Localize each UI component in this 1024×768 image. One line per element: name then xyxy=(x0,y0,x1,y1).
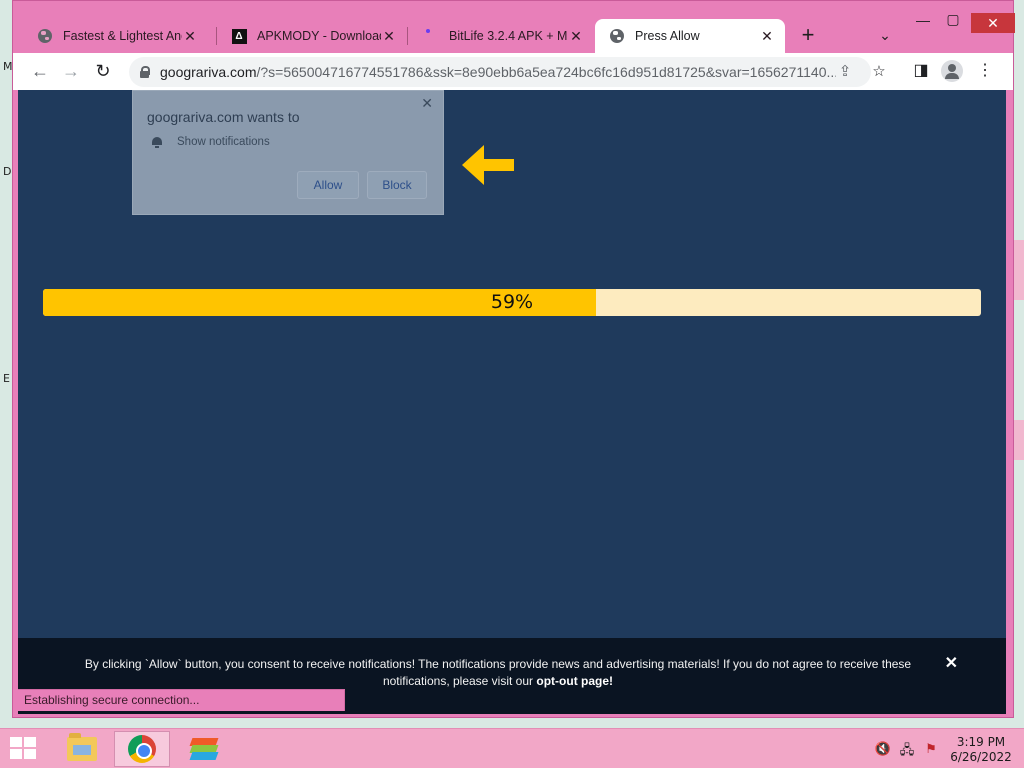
reload-button[interactable]: ↻ xyxy=(89,57,117,85)
bitlife-icon xyxy=(423,28,439,44)
consent-message: By clicking `Allow` button, you consent … xyxy=(84,657,912,688)
tab-search-chevron-icon[interactable]: ⌄ xyxy=(877,27,893,43)
tab-title: Press Allow xyxy=(635,29,700,43)
forward-button[interactable]: → xyxy=(57,57,85,85)
url-text[interactable]: goograriva.com/?s=565004716774551786&ssk… xyxy=(160,64,836,80)
tab-title: Fastest & Lightest Andr xyxy=(63,29,182,43)
chrome-icon xyxy=(128,735,156,763)
browser-window: Fastest & Lightest Andr ✕ Δ APKMODY - Do… xyxy=(12,0,1015,718)
apkmody-logo-icon: Δ xyxy=(231,28,247,44)
close-icon: ✕ xyxy=(421,95,433,111)
share-icon[interactable]: ⇪ xyxy=(835,62,855,82)
taskbar: 🔇 🖧 ⚑ 3:19 PM 6/26/2022 xyxy=(0,728,1024,768)
close-icon[interactable]: ✕ xyxy=(759,28,775,45)
desktop-icon-label-fragment: D xyxy=(3,165,12,178)
prompt-title: goograriva.com wants to xyxy=(147,109,300,125)
status-bar: Establishing secure connection... xyxy=(18,689,345,711)
bookmark-star-icon[interactable]: ☆ xyxy=(869,62,889,82)
bell-icon xyxy=(152,137,162,148)
tab-apkmody[interactable]: Δ APKMODY - Download ✕ xyxy=(217,19,407,53)
fake-block-button: Block xyxy=(367,171,427,199)
folder-icon xyxy=(67,733,97,761)
tab-title: BitLife 3.2.4 APK + MOD xyxy=(449,29,568,43)
file-explorer-button[interactable] xyxy=(54,731,110,767)
consent-suffix: ! xyxy=(609,674,614,688)
fake-allow-button: Allow xyxy=(297,171,359,199)
fake-notification-prompt: goograriva.com wants to ✕ Show notificat… xyxy=(132,90,444,215)
progress-label: 59% xyxy=(490,291,534,313)
network-icon[interactable]: 🖧 xyxy=(898,741,916,757)
profile-avatar[interactable] xyxy=(941,60,963,82)
clock-time: 3:19 PM xyxy=(956,735,1006,749)
menu-kebab-icon[interactable]: ⋮ xyxy=(973,57,997,85)
back-button[interactable]: ← xyxy=(26,57,54,85)
browser-toolbar: ← → ↻ goograriva.com/?s=5650047167745517… xyxy=(13,53,1013,90)
action-center-flag-icon[interactable]: ⚑ xyxy=(922,741,940,757)
tab-fastest-lightest[interactable]: Fastest & Lightest Andr ✕ xyxy=(23,19,208,53)
tab-press-allow[interactable]: Press Allow ✕ xyxy=(595,19,785,53)
close-window-button[interactable]: ✕ xyxy=(971,13,1015,33)
new-tab-button[interactable]: + xyxy=(797,24,819,47)
tab-bitlife[interactable]: BitLife 3.2.4 APK + MOD ✕ xyxy=(409,19,594,53)
close-icon[interactable]: ✕ xyxy=(568,28,584,45)
pointer-arrow-icon xyxy=(462,145,514,185)
clock[interactable]: 3:19 PM 6/26/2022 xyxy=(948,735,1014,765)
opt-out-link[interactable]: opt-out page xyxy=(536,674,609,688)
bluestacks-taskbar-button[interactable] xyxy=(176,731,232,767)
url-host: goograriva.com xyxy=(160,64,257,80)
desktop-wallpaper-fragment xyxy=(1014,240,1024,300)
close-icon[interactable]: ✕ xyxy=(381,28,397,45)
prompt-permission: Show notifications xyxy=(177,136,270,148)
address-bar[interactable]: goograriva.com/?s=565004716774551786&ssk… xyxy=(129,57,886,87)
lock-icon[interactable] xyxy=(139,66,150,78)
url-path: /?s=565004716774551786&ssk=8e90ebb6a5ea7… xyxy=(256,64,837,80)
volume-muted-icon[interactable]: 🔇 xyxy=(874,741,892,757)
close-icon[interactable]: ✕ xyxy=(945,653,958,673)
maximize-button[interactable]: ▢ xyxy=(943,11,963,31)
tab-title: APKMODY - Download xyxy=(257,29,381,43)
minimize-button[interactable]: — xyxy=(913,13,933,33)
bluestacks-icon xyxy=(189,736,219,762)
tab-strip: Fastest & Lightest Andr ✕ Δ APKMODY - Do… xyxy=(13,1,1015,53)
desktop-icon-label-fragment: E xyxy=(3,372,10,385)
chrome-taskbar-button[interactable] xyxy=(114,731,170,767)
clock-date: 6/26/2022 xyxy=(950,750,1012,764)
progress-bar: 59% xyxy=(43,289,981,316)
windows-start-icon[interactable] xyxy=(10,737,38,761)
side-panel-icon[interactable]: ◨ xyxy=(909,57,933,85)
desktop-wallpaper-fragment xyxy=(1014,420,1024,460)
consent-text: By clicking `Allow` button, you consent … xyxy=(78,656,918,690)
globe-icon xyxy=(609,28,625,44)
tab-separator xyxy=(407,27,408,45)
page-content: goograriva.com wants to ✕ Show notificat… xyxy=(18,90,1006,714)
globe-icon xyxy=(37,28,53,44)
close-icon[interactable]: ✕ xyxy=(182,28,198,45)
